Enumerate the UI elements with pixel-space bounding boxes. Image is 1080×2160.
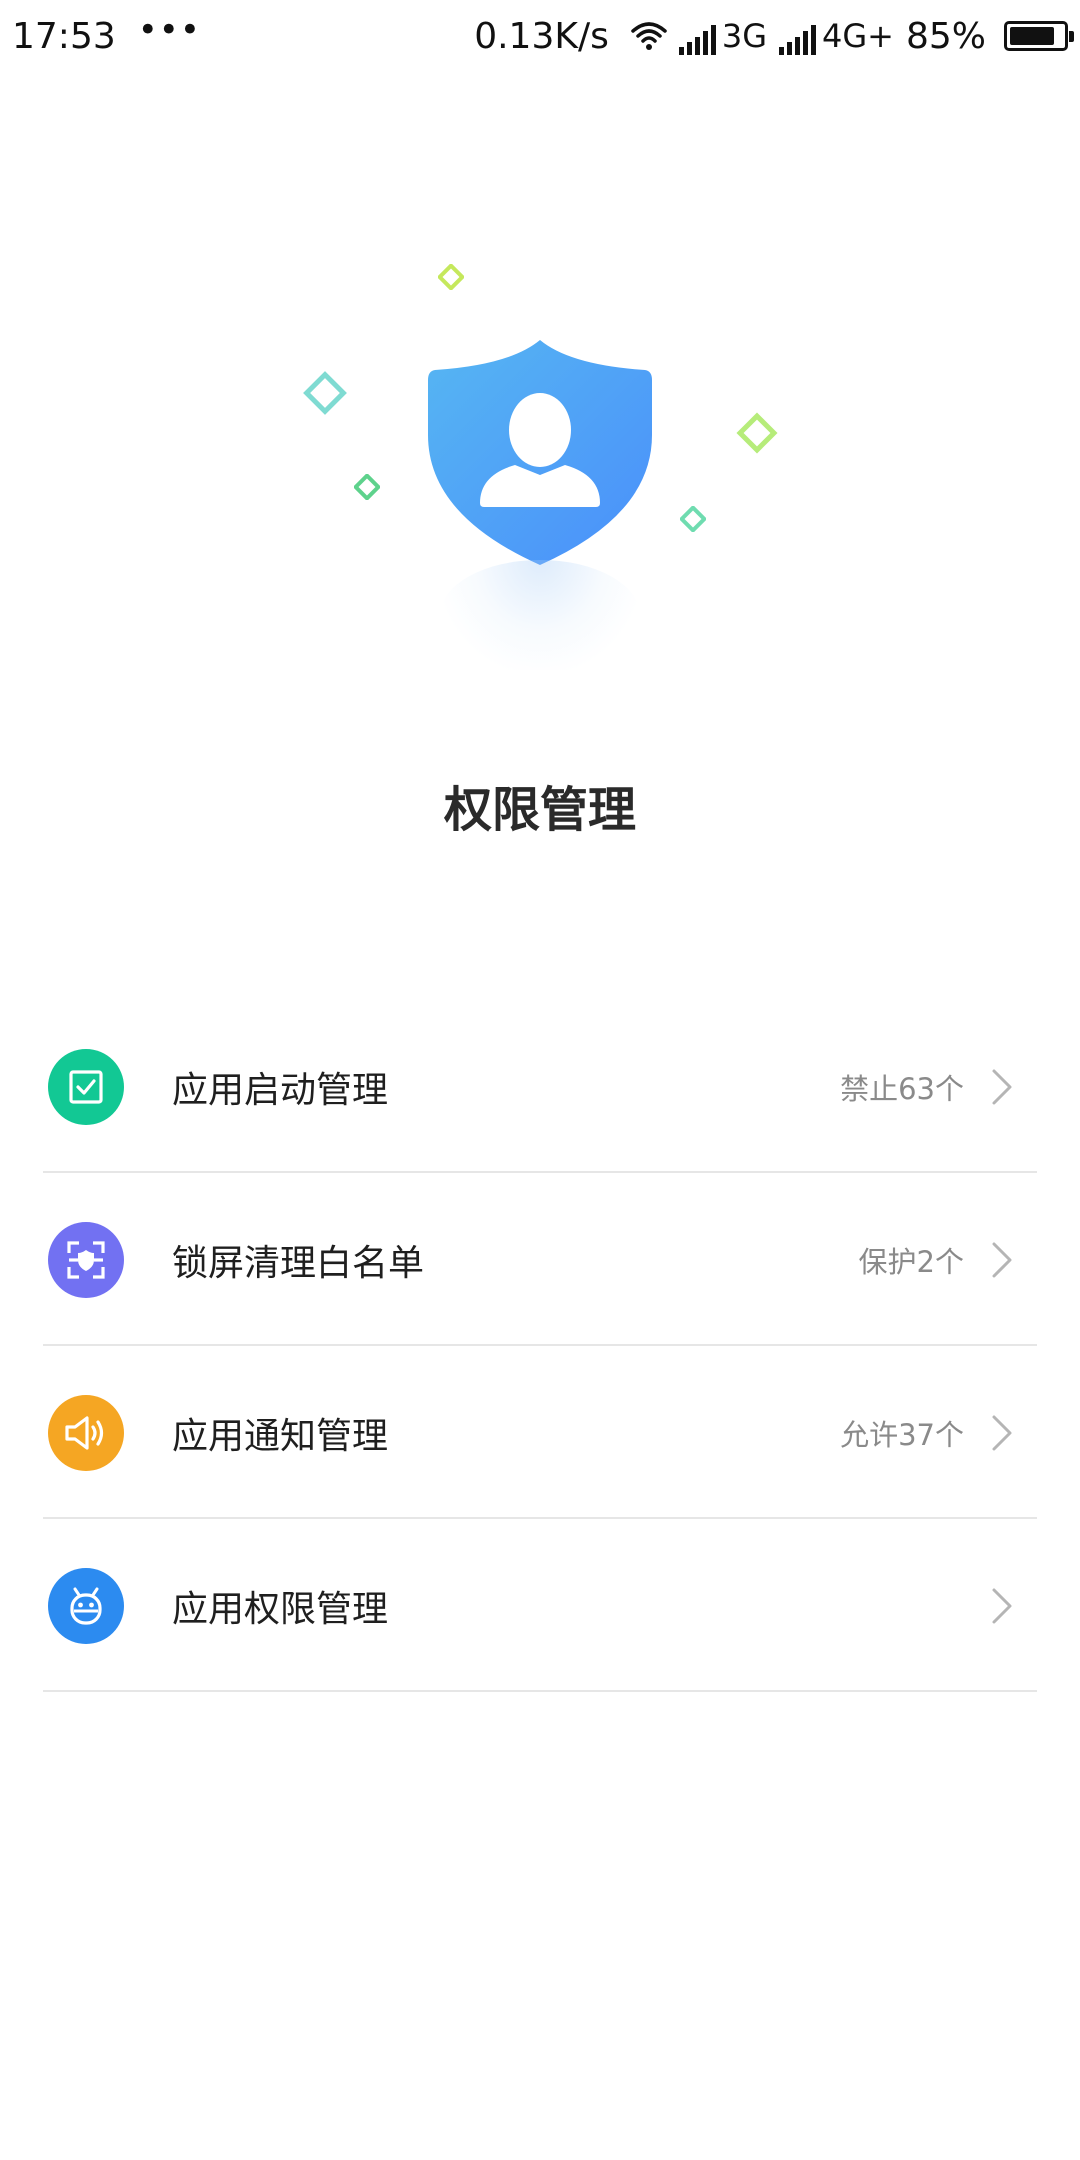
check-square-icon	[48, 1048, 124, 1125]
speaker-icon	[48, 1394, 124, 1471]
chevron-right-icon	[992, 1069, 1012, 1104]
hero-illustration	[0, 230, 1080, 680]
network-type-2: 4G+	[822, 17, 894, 55]
clock: 17:53	[12, 15, 116, 57]
sparkle-diamond-icon	[736, 412, 778, 454]
menu-item-lockscreen-whitelist[interactable]: 锁屏清理白名单 保护2个	[0, 1173, 1080, 1346]
sparkle-diamond-icon	[438, 264, 464, 290]
chevron-right-icon	[992, 1415, 1012, 1450]
battery-percent: 85%	[905, 15, 986, 57]
status-bar-right: 0.13K/s 3G 4G+ 85%	[474, 15, 1074, 57]
battery-icon	[1004, 21, 1074, 51]
user-shield-icon	[428, 340, 652, 565]
status-bar-left: 17:53 •••	[12, 10, 201, 57]
network-speed: 0.13K/s	[474, 15, 609, 57]
sparkle-diamond-icon	[680, 506, 706, 532]
menu-item-app-startup[interactable]: 应用启动管理 禁止63个	[0, 1000, 1080, 1173]
sparkle-diamond-icon	[354, 474, 380, 500]
signal-4g: 4G+	[779, 17, 894, 55]
lock-screen-shield-icon	[48, 1221, 124, 1298]
menu-item-status: 禁止63个	[840, 1071, 964, 1106]
sparkle-diamond-icon	[303, 371, 347, 415]
chevron-right-icon	[992, 1588, 1012, 1623]
chevron-right-icon	[992, 1242, 1012, 1277]
more-notifications-icon: •••	[137, 10, 201, 50]
shield-reflection	[440, 560, 640, 670]
menu-item-status: 允许37个	[840, 1417, 964, 1452]
menu-item-label: 应用权限管理	[172, 1588, 389, 1630]
status-bar: 17:53 ••• 0.13K/s 3G 4G+ 85%	[0, 0, 1080, 72]
menu-list: 应用启动管理 禁止63个 锁屏清理白名单 保护2个 应用通知管理 允许37个 应…	[0, 1000, 1080, 1692]
menu-item-label: 应用通知管理	[172, 1415, 389, 1457]
wifi-icon	[631, 22, 667, 50]
menu-item-app-notifications[interactable]: 应用通知管理 允许37个	[0, 1346, 1080, 1519]
menu-item-label: 锁屏清理白名单	[172, 1242, 425, 1284]
menu-item-app-permissions[interactable]: 应用权限管理	[0, 1519, 1080, 1692]
signal-3g: 3G	[678, 17, 768, 55]
signal-bars-icon	[678, 25, 716, 55]
battery-level	[1010, 27, 1055, 45]
android-robot-icon	[48, 1567, 124, 1644]
signal-bars-icon	[779, 25, 817, 55]
menu-item-label: 应用启动管理	[172, 1069, 389, 1111]
network-type-1: 3G	[721, 17, 768, 55]
menu-item-status: 保护2个	[858, 1244, 964, 1279]
page-title: 权限管理	[443, 782, 636, 838]
